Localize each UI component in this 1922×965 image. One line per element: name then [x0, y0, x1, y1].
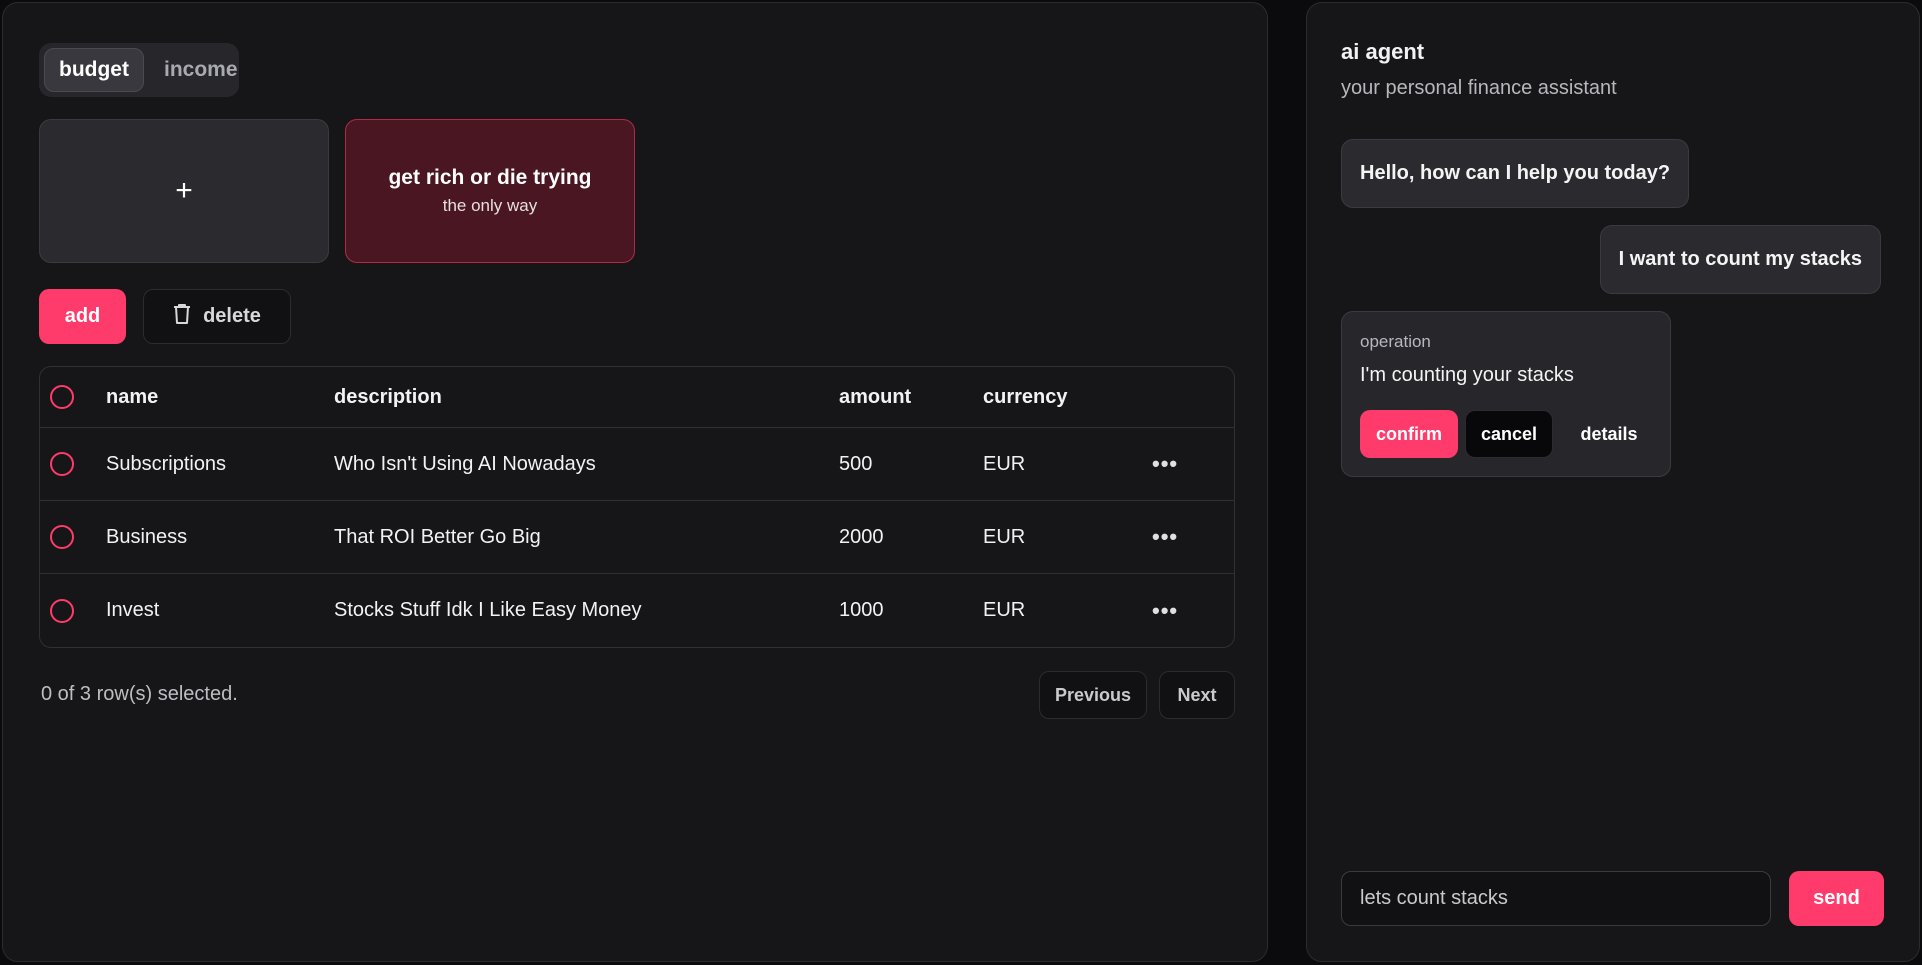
tab-budget[interactable]: budget: [44, 48, 144, 92]
tab-switcher: budget income: [39, 43, 239, 97]
previous-page-button[interactable]: Previous: [1039, 671, 1147, 719]
budget-card[interactable]: get rich or die trying the only way: [345, 119, 635, 263]
row-amount: 500: [839, 452, 873, 475]
plus-icon: +: [175, 174, 193, 207]
add-card-button[interactable]: +: [39, 119, 329, 263]
column-header-description: description: [334, 385, 442, 408]
table-row: Subscriptions Who Isn't Using AI Nowaday…: [40, 428, 1234, 501]
row-currency: EUR: [983, 525, 1026, 548]
cancel-button[interactable]: cancel: [1465, 410, 1553, 458]
details-button[interactable]: details: [1564, 410, 1654, 458]
send-button[interactable]: send: [1789, 871, 1884, 926]
row-checkbox[interactable]: [50, 452, 74, 476]
assistant-message: Hello, how can I help you today?: [1341, 139, 1690, 208]
trash-icon: [173, 303, 191, 331]
row-description: Stocks Stuff Idk I Like Easy Money: [334, 599, 642, 621]
delete-button[interactable]: delete: [143, 289, 291, 344]
user-message: I want to count my stacks: [1599, 225, 1881, 294]
agent-title: ai agent: [1341, 39, 1425, 64]
operation-label: operation: [1360, 332, 1431, 351]
column-header-amount: amount: [839, 385, 912, 408]
row-currency: EUR: [983, 452, 1026, 475]
table-row: Business That ROI Better Go Big 2000 EUR…: [40, 501, 1234, 574]
agent-subtitle: your personal finance assistant: [1341, 77, 1617, 99]
operation-card: operation I'm counting your stacks confi…: [1341, 311, 1671, 477]
select-all-checkbox[interactable]: [50, 385, 74, 409]
add-button[interactable]: add: [39, 289, 126, 344]
row-checkbox[interactable]: [50, 598, 74, 623]
table-row: Invest Stocks Stuff Idk I Like Easy Mone…: [40, 574, 1234, 647]
more-options-icon[interactable]: •••: [1152, 524, 1178, 550]
row-amount: 1000: [839, 599, 884, 621]
selection-status: 0 of 3 row(s) selected.: [41, 683, 238, 705]
column-header-currency: currency: [983, 385, 1068, 408]
more-options-icon[interactable]: •••: [1152, 451, 1178, 477]
row-description: That ROI Better Go Big: [334, 525, 541, 548]
budget-card-title: get rich or die trying: [388, 166, 592, 189]
next-page-button[interactable]: Next: [1159, 671, 1235, 719]
budget-table: name description amount currency Subscri…: [39, 366, 1235, 648]
add-button-label: add: [64, 305, 101, 327]
row-name: Subscriptions: [106, 452, 227, 475]
confirm-button[interactable]: confirm: [1360, 410, 1458, 458]
row-name: Invest: [106, 599, 160, 621]
operation-text: I'm counting your stacks: [1360, 364, 1574, 386]
budget-panel: budget income + get rich or die trying t…: [2, 2, 1268, 962]
delete-button-label: delete: [203, 305, 261, 327]
row-description: Who Isn't Using AI Nowadays: [334, 452, 596, 475]
row-currency: EUR: [983, 599, 1026, 621]
budget-card-subtitle: the only way: [442, 196, 538, 215]
row-checkbox[interactable]: [50, 525, 74, 549]
column-header-name: name: [106, 385, 159, 408]
more-options-icon[interactable]: •••: [1152, 598, 1178, 624]
row-amount: 2000: [839, 525, 884, 548]
table-header-row: name description amount currency: [40, 367, 1234, 428]
ai-agent-panel: ai agent your personal finance assistant…: [1306, 2, 1920, 962]
row-name: Business: [106, 525, 188, 548]
chat-input[interactable]: [1341, 871, 1771, 926]
tab-income[interactable]: income: [150, 48, 252, 92]
